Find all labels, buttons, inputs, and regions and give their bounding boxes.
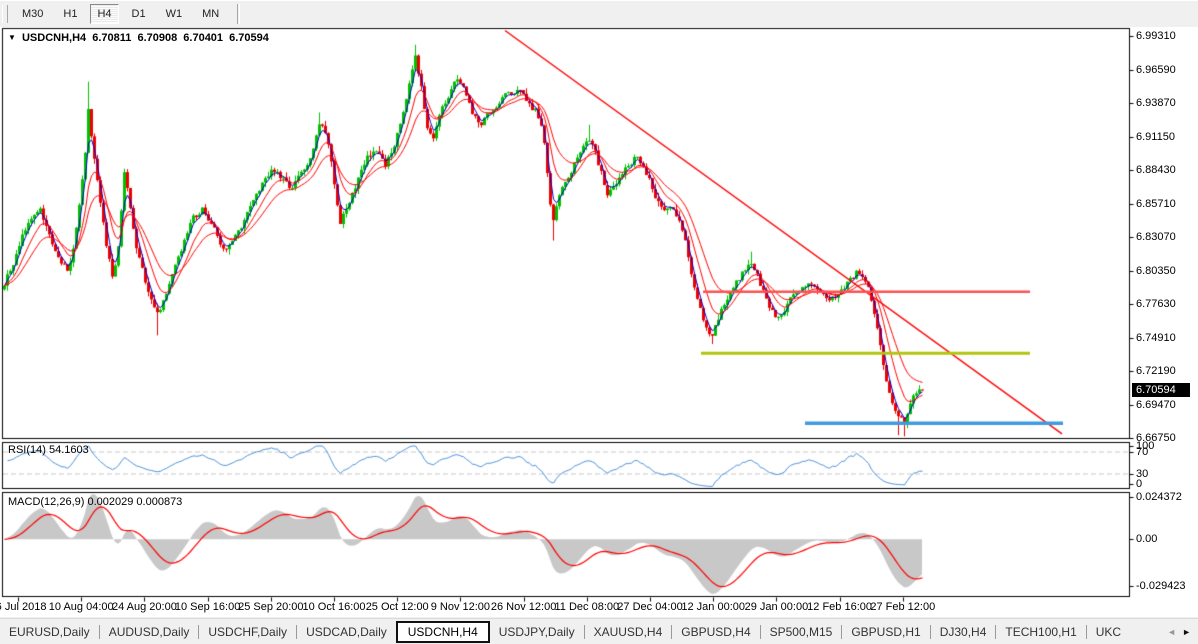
chart-tab-ukc[interactable]: UKC — [1087, 622, 1130, 642]
chart-tab-dj30-h4[interactable]: DJ30,H4 — [931, 622, 996, 642]
timeframe-button-h4[interactable]: H4 — [90, 4, 118, 24]
chart-tab-sp500-m15[interactable]: SP500,M15 — [761, 622, 842, 642]
price-axis-label: 6.69470 — [1136, 399, 1176, 411]
current-price-tag: 6.70594 — [1132, 383, 1190, 397]
timeframe-button-h1[interactable]: H1 — [56, 4, 84, 24]
rsi-indicator-label: RSI(14) 54.1603 — [8, 444, 89, 456]
price-axis-label: 6.83070 — [1136, 231, 1176, 243]
chart-tab-gbpusd-h4[interactable]: GBPUSD,H4 — [672, 622, 759, 642]
ohlc-close: 6.70594 — [229, 32, 269, 44]
time-axis-label: 29 Jan 00:00 — [745, 601, 809, 613]
time-axis-label: 9 Nov 12:00 — [431, 601, 490, 613]
chart-tab-audusd-daily[interactable]: AUDUSD,Daily — [100, 622, 199, 642]
chart-tab-xauusd-h4[interactable]: XAUUSD,H4 — [585, 622, 672, 642]
time-axis-label: 27 Dec 04:00 — [617, 601, 682, 613]
rsi-axis-label: 70 — [1136, 446, 1148, 458]
timeframe-toolbar: M30 H1 H4 D1 W1MN — [0, 0, 1198, 27]
symbol-header[interactable]: ▼ USDCNH,H4 6.70811 6.70908 6.70401 6.70… — [8, 32, 272, 44]
tab-scroll-right-icon[interactable]: ► — [1182, 627, 1191, 637]
ohlc-high: 6.70908 — [137, 32, 177, 44]
time-axis-label: 27 Feb 12:00 — [870, 601, 935, 613]
tab-scroll-left-icon[interactable]: ◄ — [1167, 627, 1176, 637]
macd-name: MACD(12,26,9) — [8, 496, 84, 508]
chart-tab-bar: EURUSD,DailyAUDUSD,DailyUSDCHF,DailyUSDC… — [0, 618, 1198, 644]
time-axis-label: 12 Feb 16:00 — [807, 601, 872, 613]
tab-scroll-arrows: ◄ ► — [1158, 619, 1198, 644]
time-axis-label: 24 Aug 20:00 — [112, 601, 177, 613]
chart-tab-usdjpy-daily[interactable]: USDJPY,Daily — [490, 622, 584, 642]
time-axis-label: 25 Oct 12:00 — [366, 601, 429, 613]
symbol-name: USDCNH,H4 — [22, 32, 86, 44]
time-axis-label: 10 Aug 04:00 — [49, 601, 114, 613]
symbol-dropdown-icon[interactable]: ▼ — [8, 33, 16, 42]
timeframe-button-m30[interactable]: M30 — [15, 4, 50, 24]
price-axis-label: 6.88430 — [1136, 164, 1176, 176]
time-axis-label: 26 Jul 2018 — [0, 601, 46, 613]
macd-values: 0.002029 0.000873 — [87, 496, 182, 508]
price-axis-label: 6.91150 — [1136, 131, 1175, 143]
time-axis-label: 25 Sep 20:00 — [238, 601, 303, 613]
macd-axis-label: 0.024372 — [1136, 491, 1182, 503]
chart-tab-usdcad-daily[interactable]: USDCAD,Daily — [297, 622, 396, 642]
ohlc-open: 6.70811 — [92, 32, 131, 44]
macd-axis-label: 0.00 — [1136, 533, 1157, 545]
rsi-value: 54.1603 — [49, 444, 89, 456]
toolbar-separator — [237, 4, 240, 24]
chart-tab-tech100-h1[interactable]: TECH100,H1 — [996, 622, 1085, 642]
time-axis-label: 11 Dec 08:00 — [554, 601, 619, 613]
chart-tab-eurusd-daily[interactable]: EURUSD,Daily — [0, 622, 99, 642]
rsi-name: RSI(14) — [8, 444, 46, 456]
chart-tab-usdcnh-h4[interactable]: USDCNH,H4 — [396, 621, 490, 643]
price-axis-label: 6.93870 — [1136, 97, 1176, 109]
time-axis-label: 10 Oct 16:00 — [303, 601, 366, 613]
time-axis-label: 26 Nov 12:00 — [491, 601, 556, 613]
price-axis-label: 6.77630 — [1136, 298, 1176, 310]
time-axis-label: 12 Jan 00:00 — [681, 601, 745, 613]
ohlc-low: 6.70401 — [183, 32, 223, 44]
price-axis-label: 6.85710 — [1136, 198, 1176, 210]
macd-axis-label: -0.029423 — [1136, 580, 1186, 592]
price-axis-label: 6.96590 — [1136, 64, 1176, 76]
chart-tab-usdchf-daily[interactable]: USDCHF,Daily — [199, 622, 296, 642]
toolbar-grip[interactable] — [2, 5, 8, 23]
price-axis-label: 6.72190 — [1136, 365, 1176, 377]
time-axis-label: 10 Sep 16:00 — [175, 601, 240, 613]
timeframe-button-d1[interactable]: D1 — [125, 4, 153, 24]
price-axis-label: 6.74910 — [1136, 332, 1176, 344]
macd-indicator-label: MACD(12,26,9) 0.002029 0.000873 — [8, 496, 182, 508]
price-chart-canvas[interactable] — [0, 0, 1198, 644]
price-axis-label: 6.99310 — [1136, 30, 1176, 42]
timeframe-button-mn[interactable]: MN — [195, 4, 226, 24]
trading-platform-window: M30 H1 H4 D1 W1MN ▼ USDCNH,H4 6.70811 6.7090… — [0, 0, 1198, 644]
rsi-axis-label: 0 — [1136, 478, 1142, 490]
chart-tab-gbpusd-h1[interactable]: GBPUSD,H1 — [842, 622, 929, 642]
timeframe-button-w1[interactable]: W1 — [159, 4, 190, 24]
price-axis-label: 6.80350 — [1136, 265, 1176, 277]
